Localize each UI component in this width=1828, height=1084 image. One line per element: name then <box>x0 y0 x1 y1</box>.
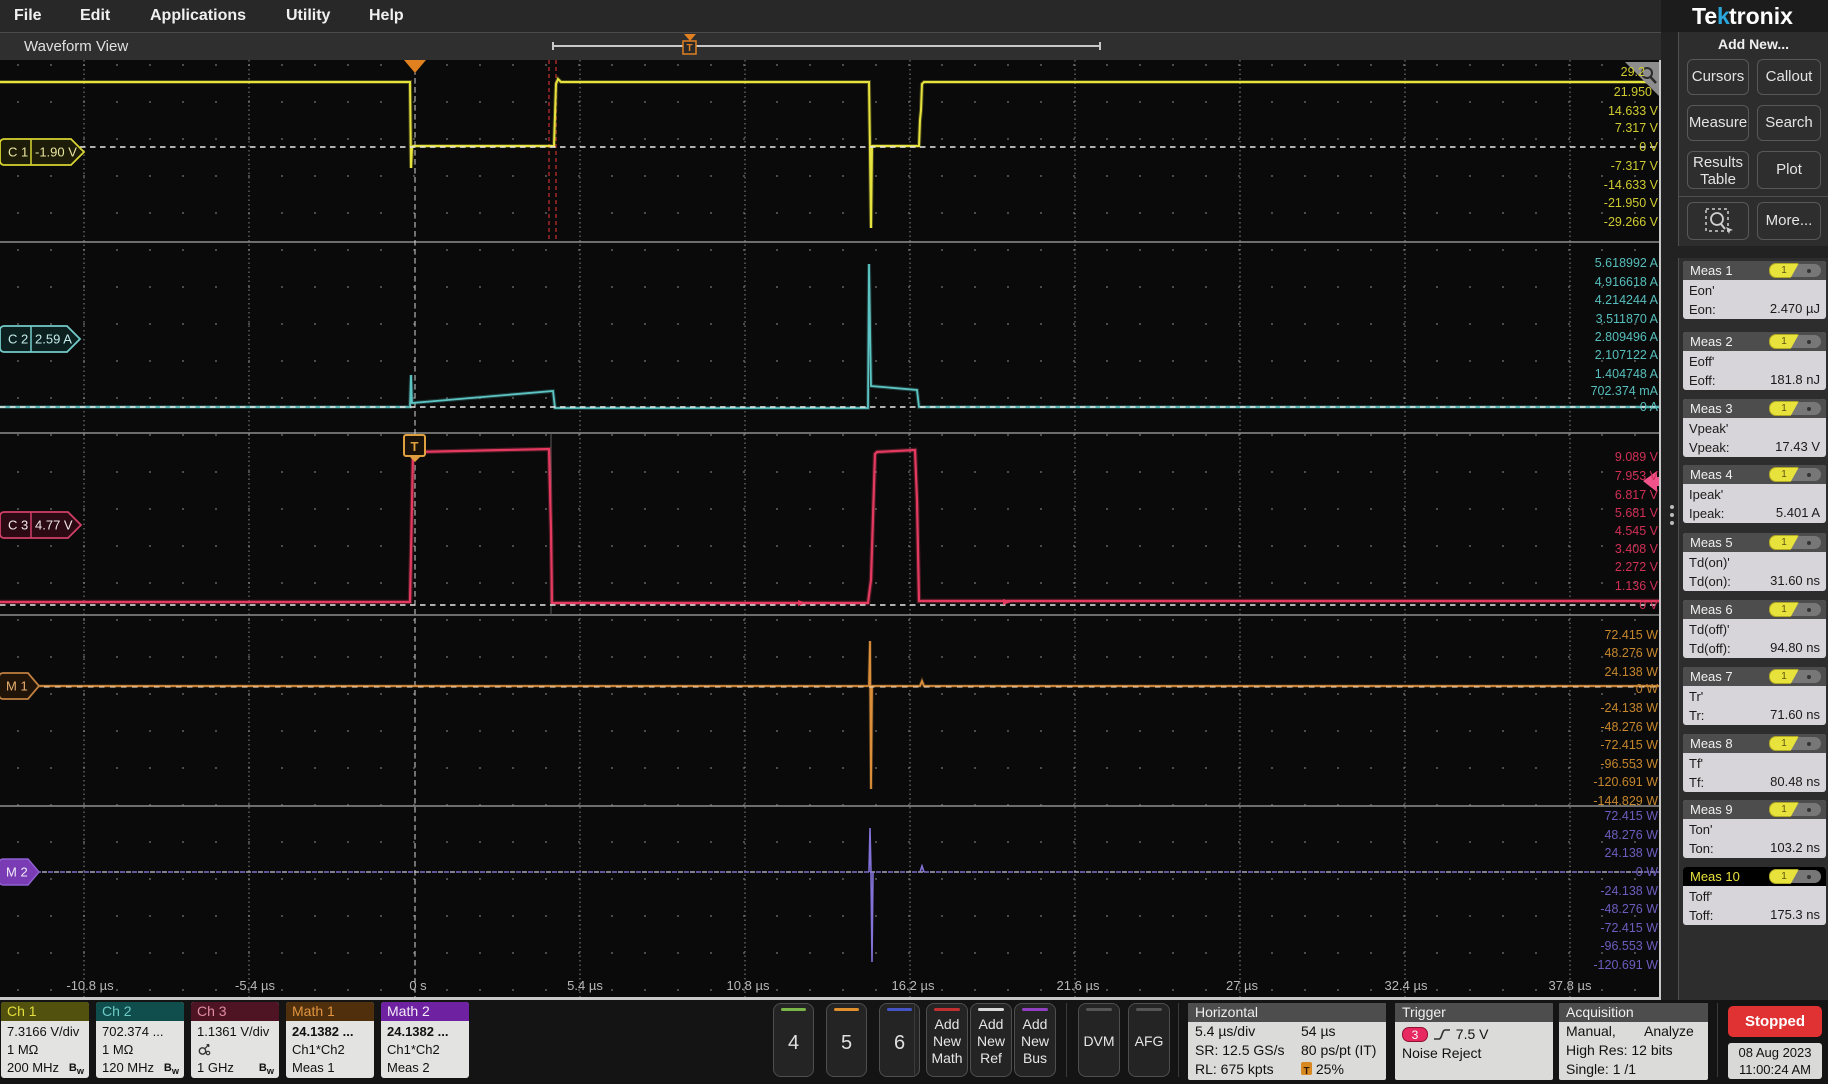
svg-text:5.4 µs: 5.4 µs <box>567 978 603 993</box>
svg-text:-10.8 µs: -10.8 µs <box>66 978 114 993</box>
svg-text:14.633 V: 14.633 V <box>1608 104 1659 118</box>
svg-text:Te: Te <box>1692 3 1717 29</box>
svg-text:702.374 mA: 702.374 mA <box>1591 384 1659 398</box>
svg-text:9.089 V: 9.089 V <box>1615 450 1659 464</box>
svg-text:0 W: 0 W <box>1636 865 1658 879</box>
svg-text:0 A: 0 A <box>1640 400 1659 414</box>
svg-text:-120.691 W: -120.691 W <box>1593 775 1658 789</box>
svg-text:7.953 V: 7.953 V <box>1615 469 1659 483</box>
svg-text:T: T <box>686 43 692 54</box>
svg-text:0 V: 0 V <box>1639 140 1658 154</box>
svg-text:M 1: M 1 <box>6 679 28 694</box>
svg-text:21.950: 21.950 <box>1614 85 1652 99</box>
svg-text:C 1: C 1 <box>8 145 28 160</box>
svg-text:10.8 µs: 10.8 µs <box>727 978 770 993</box>
svg-text:2.59 A: 2.59 A <box>35 332 72 347</box>
svg-text:1.136 V: 1.136 V <box>1615 579 1659 593</box>
svg-text:4.916618 A: 4.916618 A <box>1595 275 1659 289</box>
svg-text:-24.138 W: -24.138 W <box>1600 884 1658 898</box>
svg-text:-48.276 W: -48.276 W <box>1600 720 1658 734</box>
svg-text:-96.553 W: -96.553 W <box>1600 939 1658 953</box>
svg-text:-72.415 W: -72.415 W <box>1600 738 1658 752</box>
svg-text:4.214244 A: 4.214244 A <box>1595 293 1659 307</box>
svg-text:72.415 W: 72.415 W <box>1604 809 1658 823</box>
svg-text:48.276 W: 48.276 W <box>1604 646 1658 660</box>
svg-text:2.272 V: 2.272 V <box>1615 560 1659 574</box>
svg-text:-14.633 V: -14.633 V <box>1604 178 1659 192</box>
svg-text:24.138 W: 24.138 W <box>1604 846 1658 860</box>
svg-text:3.408 V: 3.408 V <box>1615 542 1659 556</box>
svg-text:0 W: 0 W <box>1636 682 1658 696</box>
svg-text:-96.553 W: -96.553 W <box>1600 757 1658 771</box>
svg-text:4.545 V: 4.545 V <box>1615 524 1659 538</box>
svg-text:16.2 µs: 16.2 µs <box>892 978 935 993</box>
svg-text:-72.415 W: -72.415 W <box>1600 921 1658 935</box>
svg-text:29.2: 29.2 <box>1621 65 1645 79</box>
svg-text:-7.317 V: -7.317 V <box>1611 159 1659 173</box>
svg-text:tronix: tronix <box>1729 3 1793 29</box>
svg-text:-48.276 W: -48.276 W <box>1600 902 1658 916</box>
svg-text:-120.691 W: -120.691 W <box>1593 958 1658 972</box>
svg-text:-1.90 V: -1.90 V <box>35 145 77 160</box>
svg-text:2.107122 A: 2.107122 A <box>1595 348 1659 362</box>
svg-text:32.4 µs: 32.4 µs <box>1385 978 1428 993</box>
svg-text:C 2: C 2 <box>8 332 28 347</box>
svg-text:-24.138 W: -24.138 W <box>1600 701 1658 715</box>
svg-text:3.511870 A: 3.511870 A <box>1596 312 1659 326</box>
svg-text:5.618992 A: 5.618992 A <box>1595 256 1659 270</box>
svg-text:-5.4 µs: -5.4 µs <box>235 978 276 993</box>
svg-text:5.681 V: 5.681 V <box>1615 506 1659 520</box>
svg-text:T: T <box>411 439 419 454</box>
svg-text:37.8 µs: 37.8 µs <box>1549 978 1592 993</box>
svg-text:-144.829 W: -144.829 W <box>1593 794 1658 808</box>
svg-text:1.404748 A: 1.404748 A <box>1595 367 1659 381</box>
svg-text:24.138 W: 24.138 W <box>1604 665 1658 679</box>
svg-text:M 2: M 2 <box>6 865 28 880</box>
svg-text:-21.950 V: -21.950 V <box>1604 196 1659 210</box>
svg-text:4.77 V: 4.77 V <box>35 518 73 533</box>
svg-text:21.6 µs: 21.6 µs <box>1057 978 1100 993</box>
svg-text:0 s: 0 s <box>409 978 427 993</box>
svg-text:2.809496 A: 2.809496 A <box>1595 330 1659 344</box>
svg-text:0 V: 0 V <box>1639 598 1658 612</box>
svg-text:C 3: C 3 <box>8 518 28 533</box>
svg-text:6.817 V: 6.817 V <box>1615 488 1659 502</box>
svg-text:7.317 V: 7.317 V <box>1615 121 1659 135</box>
svg-text:48.276 W: 48.276 W <box>1604 828 1658 842</box>
svg-text:-29.266 V: -29.266 V <box>1604 215 1659 229</box>
svg-text:27 µs: 27 µs <box>1226 978 1259 993</box>
svg-text:72.415 W: 72.415 W <box>1604 628 1658 642</box>
